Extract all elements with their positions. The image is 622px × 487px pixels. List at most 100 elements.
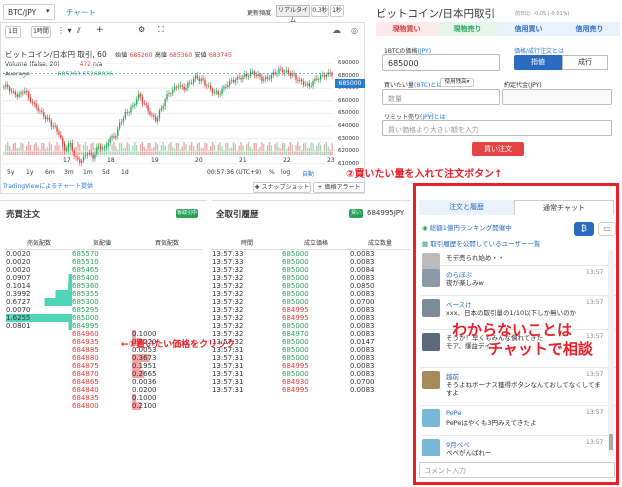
ask-price[interactable]: 685570 [72, 249, 132, 258]
range-button-1m[interactable]: 1m [83, 169, 93, 176]
bid-price[interactable]: 684880 [72, 354, 132, 362]
ask-empty [132, 249, 202, 258]
auto-toggle[interactable]: 自動 [302, 169, 314, 178]
camera-icon[interactable]: ◎ [351, 26, 358, 35]
trade-tab-3[interactable]: 信用売り [559, 22, 620, 36]
orderbook-bid-row[interactable]: 684880 0.3673 [6, 353, 202, 362]
market-order-button[interactable]: 成行 [562, 55, 608, 70]
chat-input[interactable]: コメント入力 [419, 462, 615, 478]
bid-price[interactable]: 684835 [72, 394, 132, 402]
range-button-6m[interactable]: 6m [45, 169, 55, 176]
trade-tab-0[interactable]: 現物買い [376, 22, 437, 36]
chat-username[interactable]: 越前 [446, 371, 459, 381]
orderbook-bid-row[interactable]: 684870 0.2665 [6, 369, 202, 378]
orderbook-ask-row[interactable]: 0.0020 685465 [6, 265, 202, 274]
more-icon[interactable]: ⋮ ▾ [57, 26, 72, 35]
ask-price[interactable]: 684995 [72, 322, 132, 330]
order-type-label[interactable]: 価格/成行注文とは [514, 46, 564, 55]
avatar[interactable] [422, 371, 440, 389]
bitcoin-chat-icon[interactable]: ₿ [574, 222, 594, 236]
limit-order-button[interactable]: 指値 [514, 55, 562, 70]
chat-username[interactable]: のらぼぶ [446, 269, 472, 279]
realtime-button[interactable]: リアルタイム [276, 5, 310, 24]
orderbook-ask-row[interactable]: 0.0801 684995 [6, 321, 202, 330]
tab-normal-chat[interactable]: 通常チャット [514, 200, 614, 215]
bid-price[interactable]: 684800 [72, 402, 132, 410]
range-button-1y[interactable]: 1y [26, 169, 33, 176]
log-toggle[interactable]: log [281, 169, 290, 176]
cloud-save-icon[interactable]: ☁ [332, 26, 341, 36]
rate-input[interactable]: 685000 [382, 54, 500, 71]
range-button-5d[interactable]: 5d [102, 169, 110, 176]
avatar[interactable] [422, 409, 440, 427]
snapshot-button[interactable]: ✚ スナップショット [253, 182, 311, 193]
help-icon[interactable]: ⓘ [428, 111, 434, 120]
use-funds-select[interactable]: 使用残高▾ [440, 78, 474, 87]
tab-orders-history[interactable]: 注文と履歴 [419, 200, 514, 215]
percent-toggle[interactable]: % [269, 169, 275, 176]
public-users-link[interactable]: ▦ 取引履歴を公開しているユーザー一覧 [422, 238, 540, 248]
chat-input-placeholder: コメント入力 [424, 467, 466, 475]
ask-price[interactable]: 685510 [72, 258, 132, 266]
avatar[interactable] [422, 439, 440, 456]
orderbook-bid-row[interactable]: 684835 0.1000 [6, 393, 202, 402]
orderbook-ask-row[interactable]: 0.3992 685355 [6, 289, 202, 298]
chat-username[interactable]: ベースけ [446, 299, 472, 309]
volume-bar [187, 151, 189, 155]
interval-1s-button[interactable]: 1秒 [330, 5, 344, 17]
buy-order-button[interactable]: 買い注文 [472, 142, 524, 156]
chat-scrollbar[interactable] [608, 250, 614, 456]
orderbook-ask-row[interactable]: 0.6727 685300 [6, 297, 202, 306]
speech-bubble-icon[interactable]: ▭ [598, 222, 616, 236]
orderbook-ask-row[interactable]: 0.0907 685400 [6, 273, 202, 282]
range-button-5y[interactable]: 5y [7, 169, 14, 176]
bid-price[interactable]: 684870 [72, 370, 132, 378]
candle-body [8, 87, 11, 92]
timeframe-1d-button[interactable]: 1日 [5, 26, 21, 38]
bid-price[interactable]: 684875 [72, 362, 132, 370]
amount-input[interactable]: 数量 [382, 89, 500, 105]
stop-input[interactable]: 買い価格より大きい額を入力 [382, 120, 612, 136]
chat-username[interactable]: 9月ペペ [446, 439, 470, 449]
ask-price[interactable]: 685000 [72, 314, 132, 322]
orderbook-ask-row[interactable]: 0.0020 685570 [6, 249, 202, 258]
ask-price[interactable]: 685355 [72, 290, 132, 298]
ask-price[interactable]: 685360 [72, 282, 132, 290]
indicator-icon[interactable]: ⫽ [77, 26, 81, 36]
range-button-3m[interactable]: 3m [64, 169, 74, 176]
candle-body [173, 86, 176, 90]
avatar[interactable] [422, 269, 440, 287]
chat-scroll-thumb[interactable] [609, 434, 613, 450]
orderbook-ask-row[interactable]: 0.1014 685360 [6, 281, 202, 290]
pair-select[interactable]: BTC/JPY ▾ [3, 4, 55, 20]
orderbook-bid-row[interactable]: 684800 0.2100 [6, 401, 202, 410]
trade-tab-2[interactable]: 信用買い [498, 22, 559, 36]
bid-price[interactable]: 684865 [72, 378, 132, 386]
orderbook-ask-row[interactable]: 1.6255 685000 [6, 313, 202, 322]
ask-price[interactable]: 685465 [72, 266, 132, 274]
bid-price[interactable]: 684840 [72, 386, 132, 394]
tab-chart[interactable]: チャート [66, 7, 96, 18]
orderbook-bid-row[interactable]: 684840 0.0200 [6, 385, 202, 394]
orderbook-bid-row[interactable]: 684865 0.0036 [6, 377, 202, 386]
chat-username[interactable]: PePe [446, 409, 461, 417]
orderbook-ask-row[interactable]: 0.0070 685295 [6, 305, 202, 314]
fullscreen-icon[interactable]: ⛶ [158, 25, 164, 35]
avatar[interactable] [422, 333, 440, 351]
orderbook-bid-row[interactable]: 684875 0.1951 [6, 361, 202, 370]
tradingview-credit[interactable]: TradingViewによるチャート提供 [3, 181, 93, 190]
ask-price[interactable]: 685400 [72, 274, 132, 282]
ask-price[interactable]: 685295 [72, 306, 132, 314]
price-alert-button[interactable]: + 価格アラート [313, 182, 365, 193]
avatar[interactable] [422, 299, 440, 317]
settings-icon[interactable]: ⚙ [138, 25, 145, 34]
orderbook-ask-row[interactable]: 0.0020 685510 [6, 257, 202, 266]
ask-price[interactable]: 685300 [72, 298, 132, 306]
timeframe-1h-button[interactable]: 1時間 [31, 26, 51, 38]
volume-bar [58, 145, 60, 155]
range-button-1d[interactable]: 1d [121, 169, 129, 176]
compare-icon[interactable]: + [96, 25, 104, 35]
ranking-link[interactable]: ◉ 総額1億円ランキング開催中 [422, 222, 512, 232]
interval-03s-button[interactable]: 0.3秒 [311, 5, 329, 17]
trade-tab-1[interactable]: 現物売り [437, 22, 498, 36]
